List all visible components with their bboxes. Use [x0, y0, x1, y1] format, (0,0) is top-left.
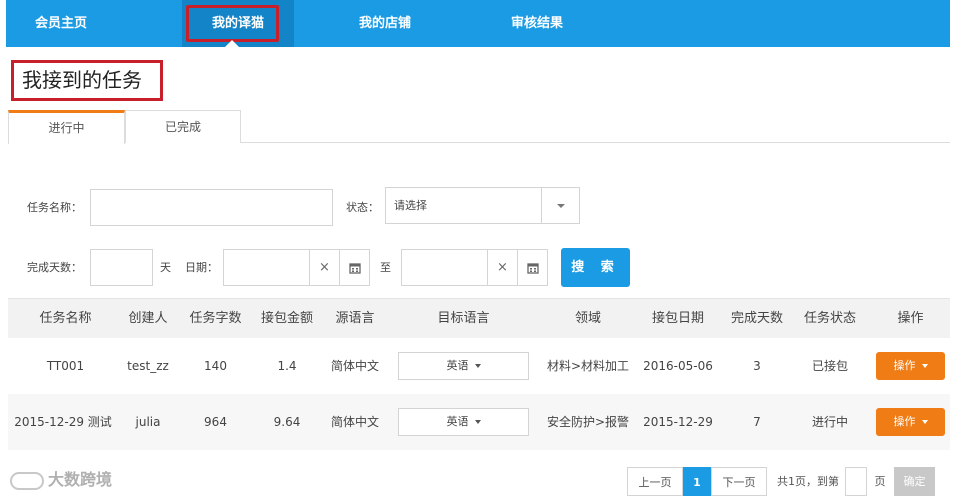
tab-in-progress[interactable]: 进行中 [8, 110, 125, 144]
status-select[interactable]: 请选择 [385, 187, 580, 224]
nav-active-caret [225, 40, 239, 47]
cell-domain: 安全防护>报警 [546, 415, 630, 429]
action-button[interactable]: 操作 [876, 408, 945, 436]
date-to-label: 至 [380, 261, 391, 274]
col-domain: 领域 [574, 311, 601, 326]
calendar-icon[interactable] [339, 250, 369, 285]
cell-source-lang: 简体中文 [330, 359, 379, 373]
action-label: 操作 [893, 359, 916, 372]
page-number-input[interactable] [845, 467, 867, 496]
table-row: TT001 test_zz 140 1.4 简体中文 英语 材料>材料加工 20… [8, 338, 950, 394]
chevron-down-icon [921, 364, 928, 368]
page-title: 我接到的任务 [22, 68, 142, 92]
cell-creator: test_zz [127, 359, 169, 373]
cell-status: 进行中 [811, 415, 848, 429]
nav-item-review-results[interactable]: 审核结果 [492, 0, 582, 47]
watermark-text: 大数跨境 [48, 470, 113, 489]
days-label: 完成天数： [27, 261, 82, 274]
col-status: 任务状态 [803, 311, 856, 326]
nav-highlight-box [186, 5, 279, 42]
cell-status: 已接包 [811, 359, 848, 373]
days-input[interactable] [90, 249, 153, 286]
cell-creator: julia [135, 415, 161, 429]
target-lang-select[interactable]: 英语 [398, 352, 529, 380]
chevron-down-icon [557, 204, 565, 208]
cell-date: 2016-05-06 [643, 359, 713, 373]
page-1-button[interactable]: 1 [683, 467, 711, 496]
cell-domain: 材料>材料加工 [546, 359, 630, 373]
table-row: 2015-12-29 测试 julia 964 9.64 简体中文 英语 安全防… [8, 394, 950, 450]
chevron-down-icon [921, 420, 928, 424]
chevron-down-icon [474, 364, 481, 368]
watermark-logo-icon [10, 471, 44, 490]
task-name-input[interactable] [90, 189, 333, 226]
col-creator: 创建人 [128, 311, 168, 326]
watermark: 大数跨境 [10, 466, 112, 494]
clear-icon[interactable]: × [487, 250, 517, 285]
target-lang-value: 英语 [446, 359, 469, 372]
prev-page-button[interactable]: 上一页 [627, 467, 683, 496]
cell-amount: 1.4 [277, 359, 297, 373]
page-unit-label: 页 [874, 475, 886, 488]
cell-amount: 9.64 [273, 415, 301, 429]
calendar-icon[interactable] [517, 250, 547, 285]
target-lang-select[interactable]: 英语 [398, 408, 529, 436]
col-target-lang: 目标语言 [437, 311, 490, 326]
col-date: 接包日期 [651, 311, 704, 326]
col-task-name: 任务名称 [39, 311, 92, 326]
status-label: 状态： [346, 201, 379, 214]
next-page-button[interactable]: 下一页 [711, 467, 767, 496]
clear-icon[interactable]: × [309, 250, 339, 285]
col-amount: 接包金额 [260, 311, 313, 326]
status-select-value: 请选择 [394, 199, 427, 212]
target-lang-value: 英语 [446, 415, 469, 428]
cell-source-lang: 简体中文 [330, 415, 379, 429]
action-label: 操作 [893, 415, 916, 428]
select-divider [541, 188, 542, 223]
cell-task-name: TT001 [46, 359, 85, 373]
cell-date: 2015-12-29 [643, 415, 713, 429]
action-button[interactable]: 操作 [876, 352, 945, 380]
cell-word-count: 964 [204, 415, 227, 429]
col-word-count: 任务字数 [189, 311, 242, 326]
cell-task-name: 2015-12-29 测试 [14, 415, 112, 429]
nav-item-my-store[interactable]: 我的店铺 [340, 0, 430, 47]
nav-item-member-home[interactable]: 会员主页 [20, 0, 102, 47]
tab-completed[interactable]: 已完成 [125, 110, 241, 143]
col-action: 操作 [897, 311, 924, 326]
search-button[interactable]: 搜 索 [561, 248, 630, 287]
date-from-field[interactable]: × [223, 249, 370, 286]
cell-days: 7 [753, 415, 761, 429]
col-source-lang: 源语言 [335, 311, 375, 326]
task-name-label: 任务名称： [27, 201, 82, 214]
date-label: 日期： [185, 261, 218, 274]
cell-word-count: 140 [204, 359, 227, 373]
chevron-down-icon [474, 420, 481, 424]
days-unit: 天 [160, 261, 171, 274]
top-nav: 会员主页 我的译猫 我的店铺 审核结果 [6, 0, 950, 47]
table-header: 任务名称 创建人 任务字数 接包金额 源语言 目标语言 领域 接包日期 完成天数… [8, 298, 950, 338]
col-days: 完成天数 [730, 311, 783, 326]
page-total-label: 共1页，到第 [777, 475, 839, 488]
date-to-field[interactable]: × [401, 249, 548, 286]
cell-days: 3 [753, 359, 761, 373]
go-button[interactable]: 确定 [894, 467, 935, 496]
